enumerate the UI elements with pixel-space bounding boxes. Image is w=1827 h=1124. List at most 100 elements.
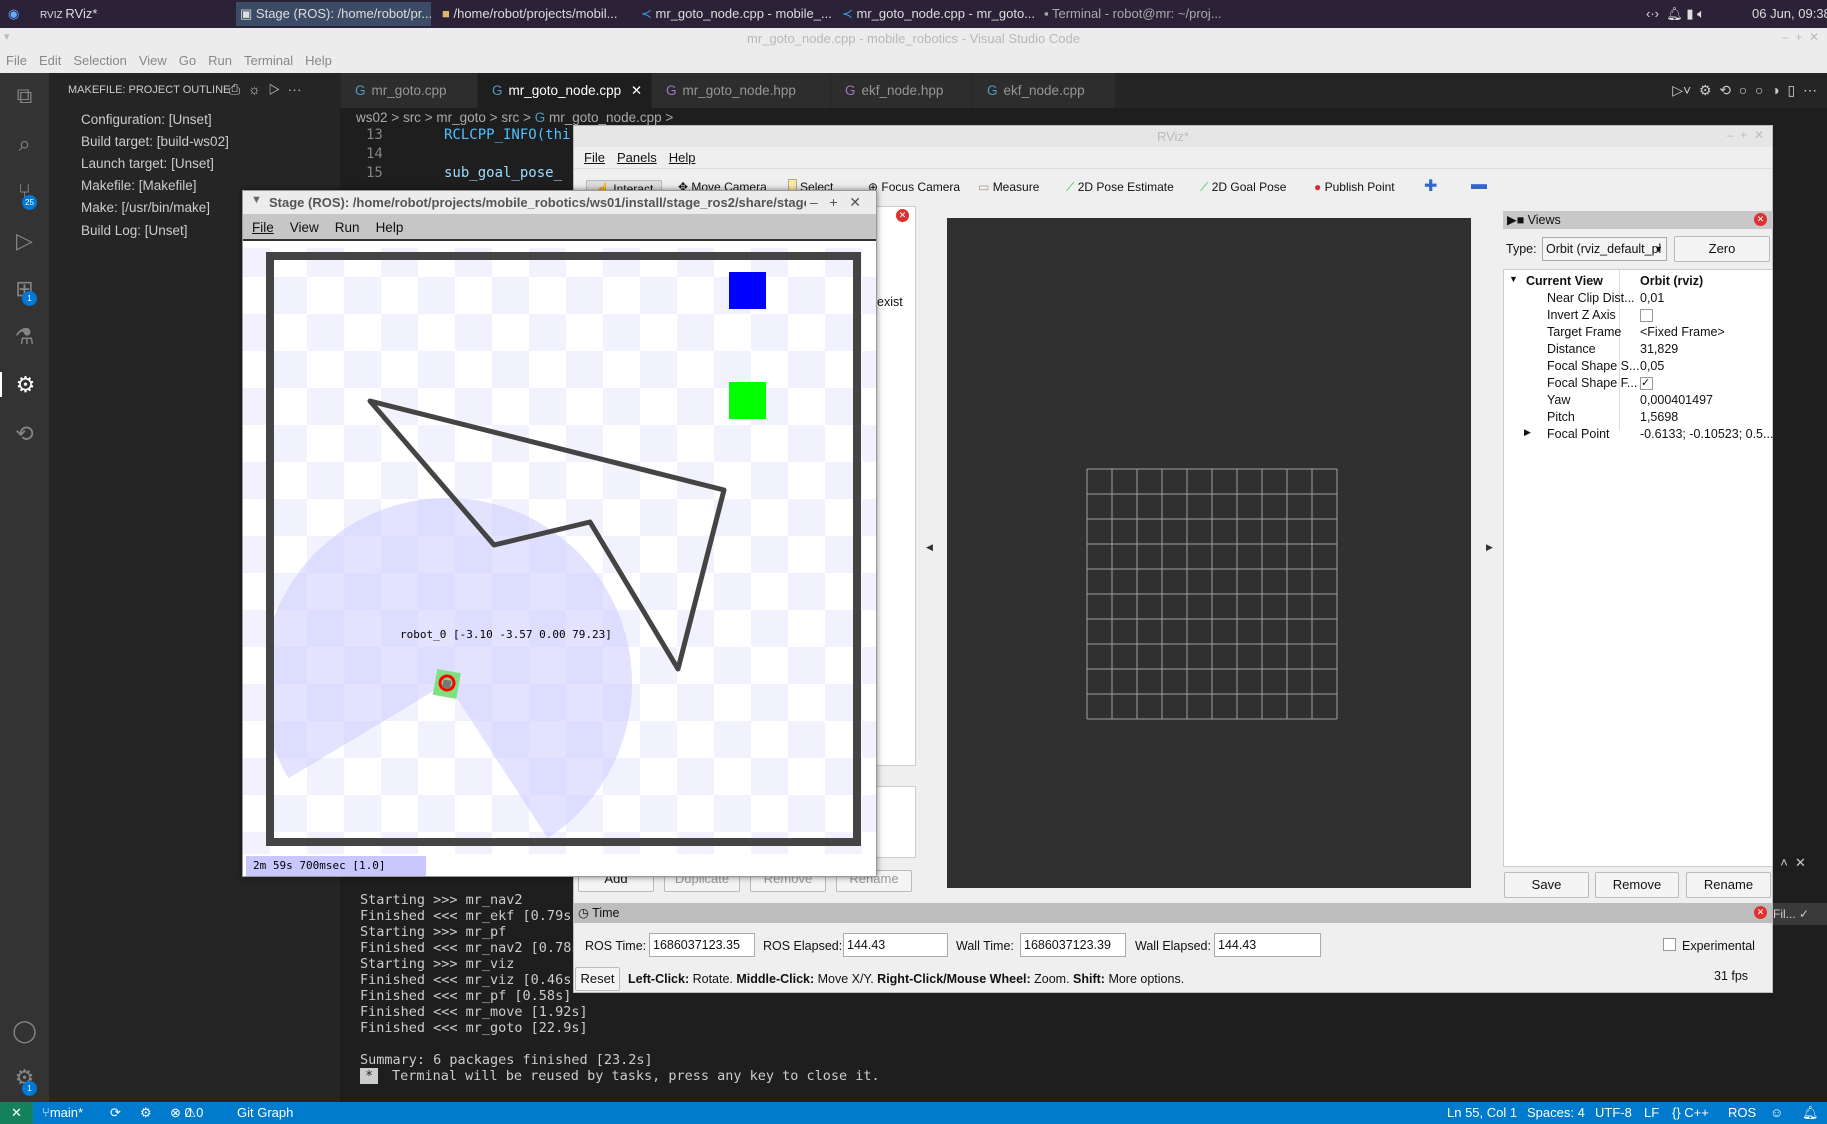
sync-icon[interactable]: ⟳ (110, 1102, 121, 1124)
crumb[interactable]: ws02 (356, 110, 388, 125)
close-tab-icon[interactable]: ✕ (631, 83, 642, 98)
task-terminal[interactable]: ▪ Terminal - robot@mr: ~/proj... (1040, 2, 1240, 26)
menu-go[interactable]: Go (179, 53, 196, 68)
menu-selection[interactable]: Selection (73, 53, 126, 68)
outline-row[interactable]: Makefile: [Makefile] (81, 178, 197, 193)
tool-2d-pose-estimate[interactable]: ⟋ 2D Pose Estimate (1066, 180, 1174, 195)
stage-world-canvas[interactable]: robot_0 [-3.10 -3.57 0.00 79.23] (243, 248, 876, 854)
panel-controls[interactable]: ˄ ✕ (1773, 855, 1827, 905)
cursor-position[interactable]: Ln 55, Col 1 (1447, 1102, 1517, 1124)
code-line[interactable]: RCLCPP_INFO(thi (444, 127, 570, 143)
outline-row[interactable]: Configuration: [Unset] (81, 112, 212, 127)
search-icon[interactable]: ⌕ (12, 131, 37, 156)
rviz-window-controls[interactable]: – + ✕ (1727, 128, 1764, 142)
property-value[interactable]: -0.6133; -0.10523; 0.5... (1640, 427, 1773, 441)
crumb[interactable]: src (403, 110, 421, 125)
git-graph-button[interactable]: Git Graph (237, 1102, 293, 1124)
tab-mr-goto-cpp[interactable]: Gmr_goto.cpp (341, 73, 478, 108)
property-value[interactable]: 1,5698 (1640, 410, 1678, 424)
outline-row[interactable]: Launch target: [Unset] (81, 156, 214, 171)
3d-render-view[interactable] (947, 218, 1471, 888)
close-views-icon[interactable]: ✕ (1754, 213, 1767, 226)
task-vscode-2[interactable]: ≺ mr_goto_node.cpp - mr_goto... (838, 2, 1038, 26)
testing-icon[interactable]: ⚗ (12, 324, 37, 349)
rename-view-button[interactable]: Rename (1686, 872, 1771, 898)
property-name[interactable]: Distance (1547, 342, 1596, 356)
tool-focus-camera[interactable]: ⊕ Focus Camera (868, 180, 960, 194)
tab-ekf-node-cpp[interactable]: Gekf_node.cpp (973, 73, 1116, 108)
crumb[interactable]: mr_goto (436, 110, 486, 125)
tool-publish-point[interactable]: ● Publish Point (1314, 180, 1395, 194)
window-menu-icon[interactable]: ▾ (4, 30, 10, 43)
branch-button[interactable]: ⑂ main* (42, 1102, 83, 1124)
problems-button[interactable]: ⊗ 0 ⚠ 0 (170, 1102, 203, 1124)
menu-edit[interactable]: Edit (39, 53, 61, 68)
task-stage[interactable]: ▣ Stage (ROS): /home/robot/pr... (236, 2, 431, 26)
rviz-menu-panels[interactable]: Panels (617, 150, 657, 165)
stage-menu-run[interactable]: Run (335, 220, 360, 235)
outline-row[interactable]: Make: [/usr/bin/make] (81, 200, 210, 215)
language-mode[interactable]: {} C++ (1672, 1102, 1709, 1124)
reset-button[interactable]: Reset (575, 967, 620, 991)
task-vscode-1[interactable]: ≺ mr_goto_node.cpp - mobile_... (637, 2, 835, 26)
window-controls[interactable]: – + ✕ (1782, 30, 1819, 44)
property-name[interactable]: Near Clip Dist... (1547, 291, 1635, 305)
experimental-checkbox[interactable] (1663, 938, 1676, 951)
stage-menu-file[interactable]: File (252, 220, 274, 235)
indentation[interactable]: Spaces: 4 (1527, 1102, 1585, 1124)
clock[interactable]: 06 Jun, 09:38 (1748, 2, 1827, 26)
encoding[interactable]: UTF-8 (1595, 1102, 1632, 1124)
property-name[interactable]: Yaw (1547, 393, 1570, 407)
menu-run[interactable]: Run (208, 53, 232, 68)
property-value[interactable]: 0,000401497 (1640, 393, 1713, 407)
code-line[interactable]: sub_goal_pose_ (444, 165, 562, 181)
explorer-icon[interactable]: ⧉ (12, 83, 37, 108)
property-name[interactable]: Invert Z Axis (1547, 308, 1616, 322)
eol[interactable]: LF (1644, 1102, 1659, 1124)
window-menu-icon[interactable]: ▼ (251, 194, 262, 206)
collapse-right-icon[interactable]: ▶ (1486, 542, 1493, 553)
property-checkbox[interactable] (1640, 309, 1653, 322)
makefile-tools-icon[interactable]: ⚙ (0, 372, 49, 397)
ros-elapsed-field[interactable]: 144.43 (843, 933, 948, 957)
tab-ekf-node-hpp[interactable]: Gekf_node.hpp (831, 73, 973, 108)
ros-status[interactable]: ROS (1728, 1102, 1756, 1124)
collapse-arrow-icon[interactable]: ▶ (1524, 427, 1531, 438)
wall-time-field[interactable]: 1686037123.39 (1020, 933, 1126, 957)
property-name[interactable]: Pitch (1547, 410, 1575, 424)
crumb[interactable]: mr_goto_node.cpp (549, 110, 662, 125)
property-value[interactable]: 31,829 (1640, 342, 1678, 356)
collapse-left-icon[interactable]: ◀ (926, 542, 933, 553)
outline-row[interactable]: Build Log: [Unset] (81, 223, 188, 238)
close-time-icon[interactable]: ✕ (1754, 906, 1767, 919)
close-panel-icon[interactable]: ✕ (896, 209, 909, 222)
remove-tool-icon[interactable]: ▬ (1471, 176, 1487, 194)
wall-elapsed-field[interactable]: 144.43 (1214, 933, 1321, 957)
property-value[interactable]: 0,01 (1640, 291, 1664, 305)
task-file-manager[interactable]: ■ /home/robot/projects/mobil... (438, 2, 634, 26)
property-name[interactable]: Focal Shape F... (1547, 376, 1637, 390)
remove-view-button[interactable]: Remove (1595, 872, 1679, 898)
menu-terminal[interactable]: Terminal (244, 53, 293, 68)
rviz-menu-file[interactable]: File (584, 150, 605, 165)
property-value[interactable]: Orbit (rviz) (1640, 274, 1703, 288)
rviz-menu-help[interactable]: Help (669, 150, 696, 165)
property-value[interactable]: <Fixed Frame> (1640, 325, 1725, 339)
menu-help[interactable]: Help (305, 53, 332, 68)
property-name[interactable]: Focal Point (1547, 427, 1610, 441)
stage-window-controls[interactable]: – + ✕ (806, 191, 876, 214)
panel-actions[interactable]: ⎙ ☼ ▷ ⋯ (229, 81, 302, 98)
account-icon[interactable]: ◯ (12, 1018, 37, 1043)
feedback-icon[interactable]: ☺ (1770, 1102, 1783, 1124)
tray-icons[interactable]: ‹·› 🔔︎ ▮ 🔈︎ (1642, 2, 1709, 26)
outline-row[interactable]: Build target: [build-ws02] (81, 134, 229, 149)
editor-actions[interactable]: ▷˅ ⚙ ⟲ ○ ○ ◑ ▯ ⋯ (1672, 82, 1817, 99)
zero-button[interactable]: Zero (1674, 236, 1770, 262)
menu-view[interactable]: View (139, 53, 167, 68)
property-checkbox[interactable]: ✓ (1640, 377, 1653, 390)
property-name[interactable]: Focal Shape S... (1547, 359, 1639, 373)
crumb[interactable]: src (501, 110, 519, 125)
property-name[interactable]: Current View (1526, 274, 1603, 288)
ros-time-field[interactable]: 1686037123.35 (649, 933, 755, 957)
git-graph-icon[interactable]: ⟲ (12, 421, 37, 446)
